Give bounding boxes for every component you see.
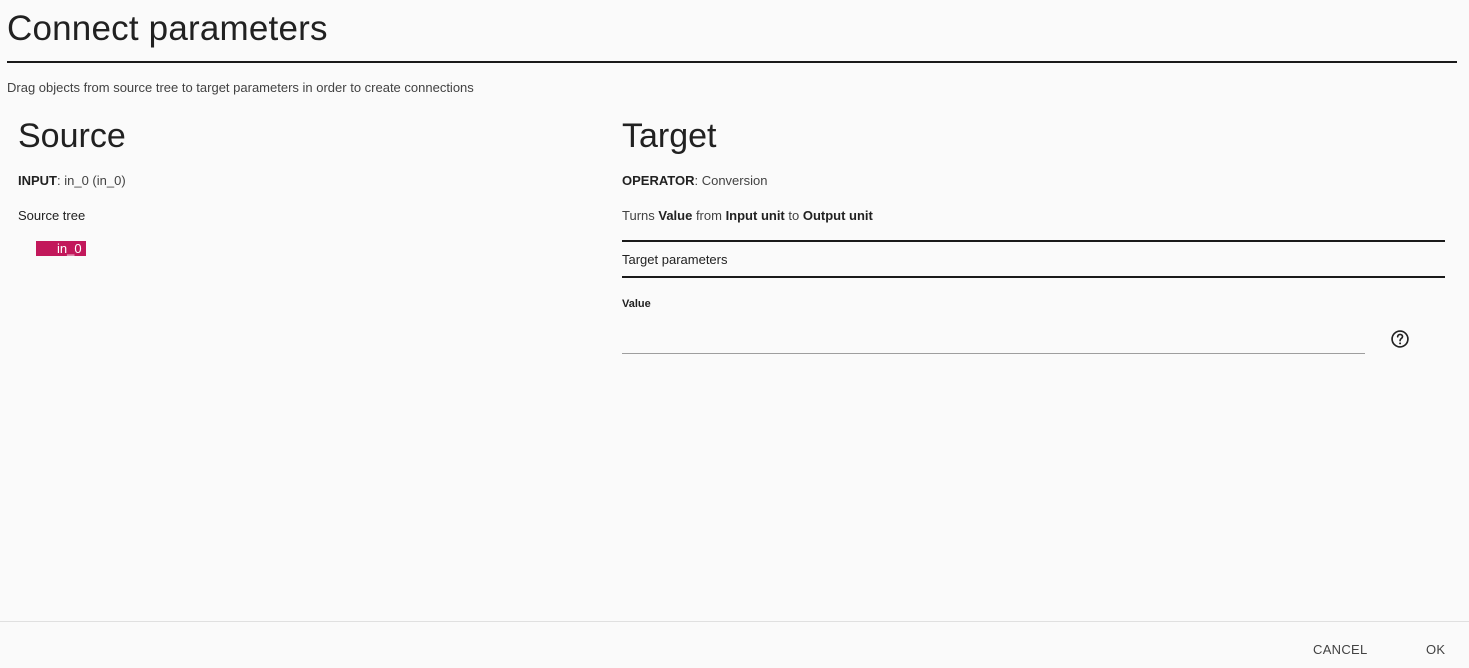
connect-parameters-dialog: Connect parameters Drag objects from sou… (0, 0, 1469, 668)
target-description: Turns Value from Input unit to Output un… (622, 208, 873, 223)
target-params-top-divider (622, 240, 1445, 242)
source-input-key: INPUT (18, 173, 57, 188)
target-params-bottom-divider (622, 276, 1445, 278)
title-divider (7, 61, 1457, 63)
value-field-input[interactable] (622, 320, 1365, 354)
ok-button[interactable]: OK (1418, 636, 1453, 664)
source-tree-label: Source tree (18, 208, 86, 223)
value-field-label: Value (622, 298, 651, 310)
target-title: Target (622, 117, 717, 155)
target-operator-info: OPERATOR: Conversion (622, 173, 767, 188)
desc-value-term: Value (658, 208, 693, 223)
dialog-instructions: Drag objects from source tree to target … (7, 80, 474, 95)
desc-text: to (784, 208, 803, 223)
footer-divider (0, 621, 1469, 622)
source-tree-node-in-0[interactable]: in_0 (36, 241, 86, 256)
cancel-button[interactable]: CANCEL (1305, 636, 1376, 664)
desc-text: Turns (622, 208, 659, 223)
desc-text: from (692, 208, 726, 223)
source-input-info: INPUT: in_0 (in_0) (18, 173, 126, 188)
target-operator-key: OPERATOR (622, 173, 695, 188)
target-operator-value: : Conversion (694, 173, 768, 188)
help-circle-icon[interactable] (1390, 329, 1410, 349)
source-title: Source (18, 117, 126, 155)
target-parameters-label: Target parameters (622, 252, 728, 267)
desc-output-unit-term: Output unit (802, 208, 873, 223)
desc-input-unit-term: Input unit (725, 208, 785, 223)
source-input-value: : in_0 (in_0) (57, 173, 126, 188)
dialog-title: Connect parameters (7, 9, 328, 48)
